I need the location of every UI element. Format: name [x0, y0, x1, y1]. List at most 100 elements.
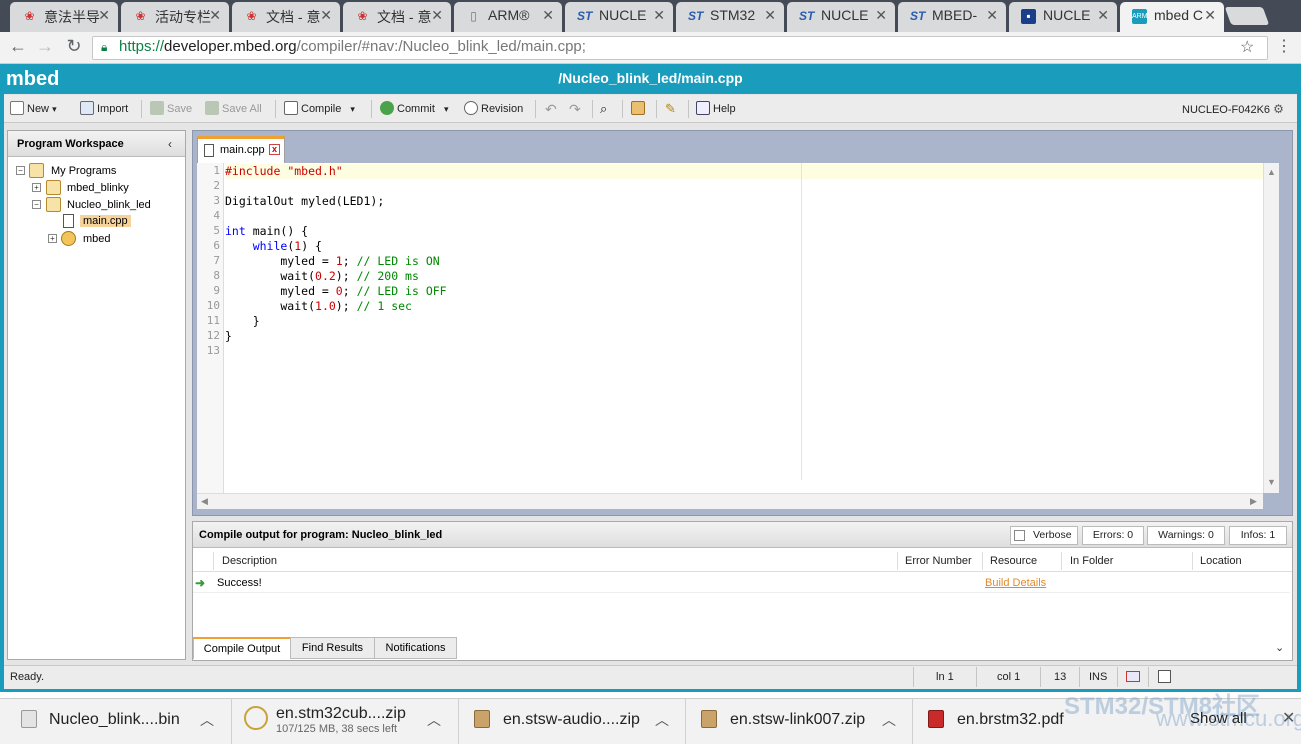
code-line[interactable]: } [225, 329, 232, 343]
browser-tab[interactable]: ❀ 文档 - 意 ✕ [343, 2, 451, 32]
close-icon[interactable]: ✕ [653, 7, 665, 24]
column-description[interactable]: Description [222, 555, 277, 567]
close-icon[interactable]: ✕ [875, 7, 887, 24]
forward-icon[interactable]: → [33, 36, 57, 57]
close-icon[interactable]: ✕ [1204, 7, 1216, 24]
compile-button[interactable]: Compile ▾ [284, 101, 355, 117]
commit-button[interactable]: Commit ▾ [380, 101, 448, 117]
code-line[interactable]: } [225, 314, 260, 328]
menu-dots-icon[interactable]: ⋮ [1276, 36, 1292, 56]
code-line[interactable]: myled = 0; // LED is OFF [225, 284, 446, 298]
browser-tab[interactable]: ST NUCLE ✕ [565, 2, 673, 32]
tree-expand-toggle[interactable]: + [48, 234, 57, 243]
tree-collapse-toggle[interactable]: − [16, 166, 25, 175]
st-icon: ST [688, 9, 704, 23]
programs-folder-icon [29, 163, 44, 178]
tree-collapse-toggle[interactable]: − [32, 200, 41, 209]
flag-icon[interactable] [1126, 671, 1140, 682]
column-error-number[interactable]: Error Number [905, 555, 972, 567]
chevron-up-icon[interactable]: ︿ [427, 710, 441, 730]
browser-tab[interactable]: ▯ ARM® ✕ [454, 2, 562, 32]
build-details-link[interactable]: Build Details [985, 577, 1046, 589]
code-editor[interactable] [197, 163, 1279, 493]
save-all-button[interactable]: Save All [205, 101, 262, 117]
tree-item-my-programs[interactable]: My Programs [51, 165, 116, 177]
scroll-down-icon[interactable]: ▼ [1267, 477, 1276, 487]
close-icon[interactable]: ✕ [764, 7, 776, 24]
editor-vertical-scrollbar[interactable] [1263, 163, 1279, 493]
code-line[interactable]: wait(0.2); // 200 ms [225, 269, 419, 283]
close-icon[interactable]: ✕ [209, 7, 221, 24]
bookmark-star-icon[interactable]: ☆ [1240, 37, 1254, 57]
browser-tab[interactable]: ❀ 活动专栏 ✕ [121, 2, 229, 32]
close-icon[interactable]: ✕ [542, 7, 554, 24]
new-button[interactable]: New ▾ [10, 101, 57, 117]
redo-icon[interactable]: ↷ [569, 101, 581, 117]
infos-count[interactable]: Infos: 1 [1229, 526, 1287, 545]
browser-tab[interactable]: ❀ 意法半导 ✕ [10, 2, 118, 32]
back-icon[interactable]: ← [6, 36, 30, 57]
save-button[interactable]: Save [150, 101, 192, 117]
close-icon[interactable]: ✕ [98, 7, 110, 24]
code-line[interactable]: wait(1.0); // 1 sec [225, 299, 412, 313]
verbose-checkbox[interactable] [1014, 530, 1025, 541]
chevron-down-icon[interactable]: ⌄ [1275, 641, 1284, 654]
browser-tab[interactable]: ST NUCLE ✕ [787, 2, 895, 32]
column-location[interactable]: Location [1200, 555, 1242, 567]
target-selector[interactable]: NUCLEO-F042K6 ⚙ [1182, 101, 1284, 117]
scroll-up-icon[interactable]: ▲ [1267, 167, 1276, 177]
printer-icon[interactable] [631, 101, 648, 117]
code-line[interactable]: while(1) { [225, 239, 322, 253]
windows-icon[interactable] [1158, 670, 1171, 683]
collapse-panel-icon[interactable]: ‹ [168, 137, 172, 151]
code-line[interactable]: myled = 1; // LED is ON [225, 254, 439, 268]
browser-tab[interactable]: ❀ 文档 - 意 ✕ [232, 2, 340, 32]
revision-button[interactable]: Revision [464, 101, 523, 117]
undo-icon[interactable]: ↶ [545, 101, 557, 117]
browser-tab-active[interactable]: ARM mbed C ✕ [1120, 2, 1224, 32]
table-row[interactable] [193, 573, 1290, 593]
column-resource[interactable]: Resource [990, 555, 1037, 567]
import-button[interactable]: Import [80, 101, 128, 117]
scroll-right-icon[interactable]: ▶ [1250, 496, 1257, 507]
close-tab-icon[interactable]: x [269, 144, 280, 155]
lock-icon[interactable]: 🔒︎ [101, 40, 107, 55]
magic-wand-icon[interactable]: ✎ [665, 101, 676, 117]
chevron-up-icon[interactable]: ︿ [200, 710, 214, 730]
code-line[interactable]: #include "mbed.h" [225, 164, 343, 178]
progress-ring-icon [244, 706, 268, 730]
tree-item-mbed-blinky[interactable]: mbed_blinky [67, 182, 129, 194]
close-downloads-icon[interactable]: ✕ [1282, 708, 1295, 728]
tree-expand-toggle[interactable]: + [32, 183, 41, 192]
code-line[interactable]: int main() { [225, 224, 308, 238]
chevron-up-icon[interactable]: ︿ [882, 710, 896, 730]
new-tab-button[interactable] [1224, 7, 1270, 25]
tab-notifications[interactable]: Notifications [374, 637, 457, 659]
scroll-left-icon[interactable]: ◀ [201, 496, 208, 507]
tab-find-results[interactable]: Find Results [290, 637, 375, 659]
help-button[interactable]: Help [696, 101, 736, 117]
browser-tab[interactable]: ST STM32 ✕ [676, 2, 784, 32]
find-binoculars-icon[interactable]: ⌕ [600, 101, 607, 117]
close-icon[interactable]: ✕ [986, 7, 998, 24]
warnings-count[interactable]: Warnings: 0 [1147, 526, 1225, 545]
code-line[interactable]: DigitalOut myled(LED1); [225, 194, 384, 208]
editor-horizontal-scrollbar[interactable] [197, 493, 1263, 509]
tree-item-nucleo-blink-led[interactable]: Nucleo_blink_led [67, 199, 151, 211]
browser-tab[interactable]: ▪ NUCLE ✕ [1009, 2, 1117, 32]
tab-compile-output[interactable]: Compile Output [193, 637, 291, 659]
close-icon[interactable]: ✕ [431, 7, 443, 24]
tree-item-main-cpp[interactable]: main.cpp [80, 215, 131, 227]
browser-tab[interactable]: ST MBED- ✕ [898, 2, 1006, 32]
board-icon: ▪ [1021, 9, 1036, 24]
column-in-folder[interactable]: In Folder [1070, 555, 1113, 567]
chevron-up-icon[interactable]: ︿ [655, 710, 669, 730]
url-text[interactable]: https://developer.mbed.org/compiler/#nav… [119, 38, 586, 55]
st-icon: ST [910, 9, 926, 23]
tree-item-mbed-library[interactable]: mbed [83, 233, 111, 245]
show-all-downloads-link[interactable]: Show all [1190, 710, 1247, 727]
close-icon[interactable]: ✕ [320, 7, 332, 24]
close-icon[interactable]: ✕ [1097, 7, 1109, 24]
errors-count[interactable]: Errors: 0 [1082, 526, 1144, 545]
reload-icon[interactable]: ↻ [62, 36, 86, 57]
